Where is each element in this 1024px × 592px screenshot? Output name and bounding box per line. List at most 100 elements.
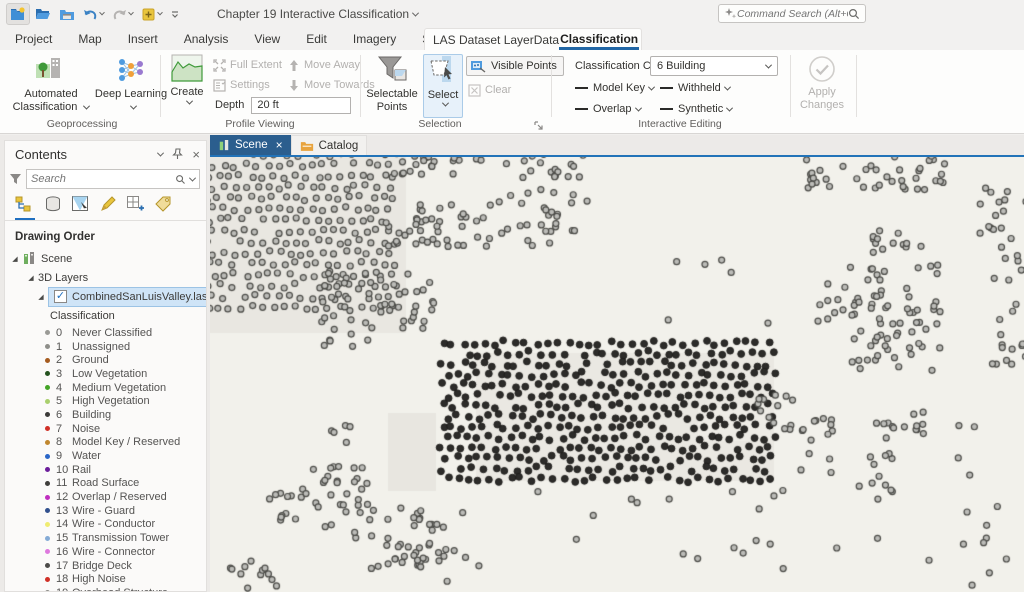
close-view-icon[interactable]: × <box>276 138 283 152</box>
legend-item-2[interactable]: 2Ground <box>5 353 206 367</box>
legend-item-0[interactable]: 0Never Classified <box>5 326 206 340</box>
selectable-points-button[interactable]: Selectable Points <box>364 54 420 116</box>
command-search-input[interactable] <box>737 8 848 20</box>
filter-icon[interactable] <box>9 173 22 185</box>
contents-search[interactable] <box>26 169 200 189</box>
withheld-flag[interactable]: Withheld <box>660 80 730 96</box>
apply-changes-button[interactable]: Apply Changes <box>794 54 850 116</box>
contextual-tab-las-dataset-layer[interactable]: LAS Dataset Layer <box>433 33 534 47</box>
move-towards-button[interactable]: Move Towards <box>288 77 375 93</box>
legend-item-18[interactable]: 18High Noise <box>5 572 206 586</box>
view-tab-scene[interactable]: Scene × <box>210 135 291 155</box>
legend-item-6[interactable]: 6Building <box>5 408 206 422</box>
selection-dialog-launcher[interactable] <box>534 120 544 134</box>
create-profile-button[interactable]: Create <box>165 54 209 116</box>
scene-expander[interactable]: ◢ <box>11 255 19 263</box>
add-item-button[interactable] <box>138 3 165 25</box>
legend-label: Never Classified <box>72 327 152 339</box>
contents-search-input[interactable] <box>31 173 175 185</box>
project-title[interactable]: Chapter 19 Interactive Classification <box>217 7 418 21</box>
clear-button[interactable]: Clear <box>468 82 511 98</box>
contextual-tab-classification[interactable]: Classification <box>559 29 639 50</box>
layer-expander[interactable]: ◢ <box>37 293 45 301</box>
redo-button[interactable] <box>109 3 136 25</box>
profile-settings-button[interactable]: Settings <box>213 77 270 93</box>
move-towards-icon <box>288 79 300 92</box>
legend-item-10[interactable]: 10Rail <box>5 463 206 477</box>
automated-classification-button[interactable]: Automated Classification <box>12 54 90 116</box>
legend-item-15[interactable]: 15Transmission Tower <box>5 531 206 545</box>
undo-button[interactable] <box>80 3 107 25</box>
tree-item-3d-layers[interactable]: ◢ 3D Layers <box>5 268 206 287</box>
add-item-dropdown-chevron[interactable] <box>157 10 163 16</box>
pane-options-button[interactable] <box>158 152 163 157</box>
list-by-labeling-tab[interactable] <box>154 195 173 220</box>
legend-item-1[interactable]: 1Unassigned <box>5 340 206 354</box>
ribbon-tab-project[interactable]: Project <box>15 32 52 46</box>
list-by-snapping-tab[interactable] <box>126 195 145 220</box>
deep-learning-button[interactable]: Deep Learning <box>92 54 170 116</box>
new-project-button[interactable] <box>6 3 30 25</box>
legend-symbol-2 <box>45 358 50 363</box>
legend-item-19[interactable]: 19Overhead Structure <box>5 586 206 592</box>
ribbon-tab-insert[interactable]: Insert <box>128 32 158 46</box>
redo-dropdown-chevron[interactable] <box>128 10 134 16</box>
model-key-flag[interactable]: Model Key <box>575 80 654 96</box>
pin-icon[interactable] <box>172 148 183 160</box>
view-tab-catalog[interactable]: Catalog <box>291 135 368 155</box>
legend-item-11[interactable]: 11Road Surface <box>5 477 206 491</box>
list-by-editing-tab[interactable] <box>99 195 117 220</box>
scene-viewport[interactable] <box>210 155 1024 592</box>
depth-input[interactable] <box>251 97 351 114</box>
legend-item-3[interactable]: 3Low Vegetation <box>5 367 206 381</box>
list-by-selection-tab[interactable] <box>71 195 90 220</box>
title-bar: Chapter 19 Interactive Classification <box>0 0 1024 28</box>
legend-item-8[interactable]: 8Model Key / Reserved <box>5 436 206 450</box>
legend-label: Model Key / Reserved <box>72 436 180 448</box>
classification-code-combo[interactable]: 6 Building <box>650 56 778 76</box>
move-away-button[interactable]: Move Away <box>288 57 360 73</box>
legend-item-14[interactable]: 14Wire - Conductor <box>5 518 206 532</box>
layer-row-selected[interactable]: ✓ CombinedSanLuisValley.lasd <box>48 287 207 307</box>
visible-points-button[interactable]: Visible Points <box>466 56 564 76</box>
ribbon-tab-map[interactable]: Map <box>78 32 101 46</box>
ribbon-tab-edit[interactable]: Edit <box>306 32 327 46</box>
legend-item-13[interactable]: 13Wire - Guard <box>5 504 206 518</box>
list-by-drawing-order-tab[interactable] <box>15 195 35 220</box>
legend-label: Wire - Conductor <box>72 518 155 530</box>
legend-label: Transmission Tower <box>72 532 169 544</box>
contents-search-chevron[interactable] <box>189 174 196 181</box>
command-search[interactable] <box>718 4 866 23</box>
legend-item-17[interactable]: 17Bridge Deck <box>5 559 206 573</box>
legend-item-4[interactable]: 4Medium Vegetation <box>5 381 206 395</box>
classification-legend: 0Never Classified1Unassigned2Ground3Low … <box>5 326 206 592</box>
select-button[interactable]: Select <box>423 54 463 118</box>
ribbon-tab-imagery[interactable]: Imagery <box>353 32 396 46</box>
full-extent-button[interactable]: Full Extent <box>213 57 282 73</box>
group-label-selection: Selection <box>380 118 500 130</box>
ribbon-tab-view[interactable]: View <box>254 32 280 46</box>
legend-item-16[interactable]: 16Wire - Connector <box>5 545 206 559</box>
legend-code: 0 <box>56 327 72 339</box>
tree-item-layer[interactable]: ◢ ✓ CombinedSanLuisValley.lasd <box>5 287 206 306</box>
overlap-flag[interactable]: Overlap <box>575 101 641 117</box>
legend-item-12[interactable]: 12Overlap / Reserved <box>5 490 206 504</box>
close-pane-icon[interactable]: × <box>192 147 200 162</box>
undo-dropdown-chevron[interactable] <box>99 10 105 16</box>
save-project-button[interactable] <box>56 3 78 25</box>
scene-canvas[interactable] <box>210 157 1024 592</box>
synthetic-flag[interactable]: Synthetic <box>660 101 732 117</box>
legend-item-7[interactable]: 7Noise <box>5 422 206 436</box>
list-by-data-source-tab[interactable] <box>44 195 62 220</box>
legend-label: Wire - Connector <box>72 546 155 558</box>
ribbon-tab-analysis[interactable]: Analysis <box>184 32 229 46</box>
legend-code: 3 <box>56 368 72 380</box>
legend-item-9[interactable]: 9Water <box>5 449 206 463</box>
customize-qat-button[interactable] <box>167 3 183 25</box>
tree-item-scene[interactable]: ◢ Scene <box>5 249 206 268</box>
legend-item-5[interactable]: 5High Vegetation <box>5 394 206 408</box>
3d-layers-expander[interactable]: ◢ <box>27 274 35 282</box>
contextual-tab-data[interactable]: Data <box>534 33 559 47</box>
layer-visibility-checkbox[interactable]: ✓ <box>54 290 67 303</box>
open-project-button[interactable] <box>32 3 54 25</box>
